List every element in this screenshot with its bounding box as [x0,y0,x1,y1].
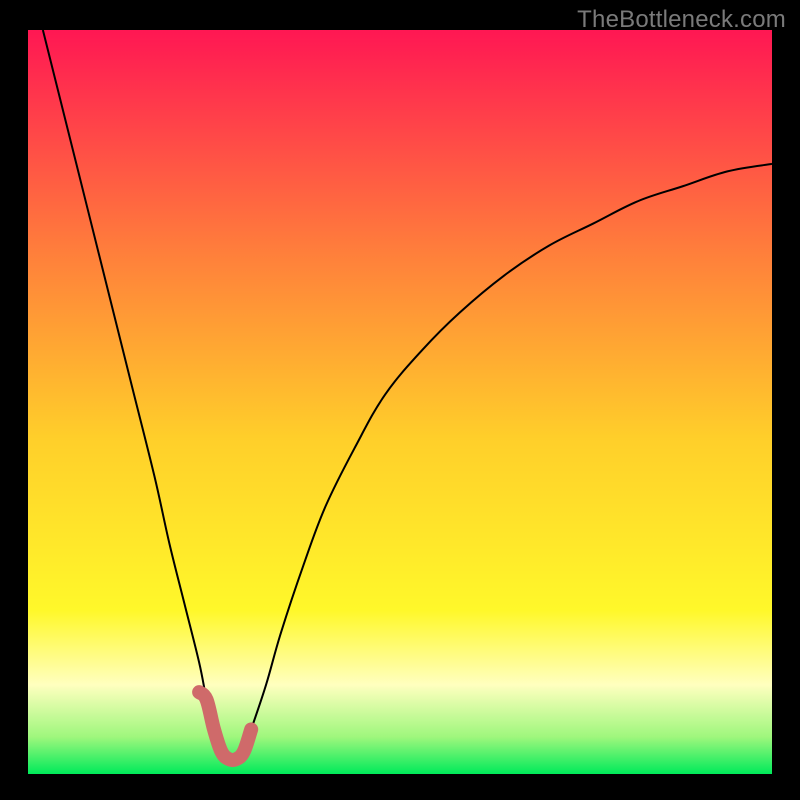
chart-container: TheBottleneck.com [0,0,800,800]
bottleneck-chart [28,30,772,774]
plot-area [28,30,772,774]
gradient-background [28,30,772,774]
